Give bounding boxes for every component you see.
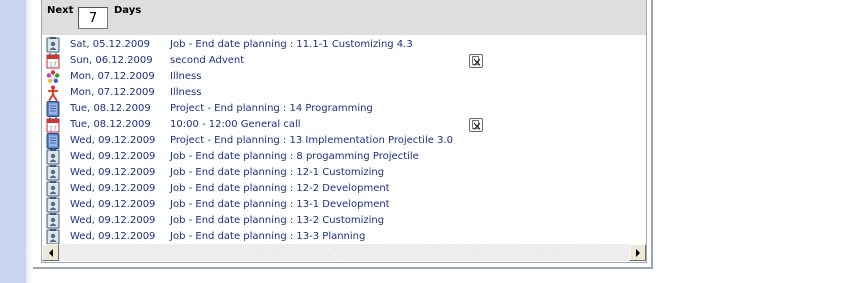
entry-date[interactable]: Wed, 09.12.2009 xyxy=(70,197,155,213)
entry-description[interactable]: 10:00 - 12:00 General call xyxy=(170,117,301,133)
entry-row[interactable]: Mon, 07.12.2009 Illness xyxy=(42,69,646,85)
entry-row[interactable]: Wed, 09.12.2009 Job - End date planning :… xyxy=(42,181,646,197)
delete-entry-icon[interactable] xyxy=(469,54,483,68)
entry-description[interactable]: Project - End planning : 14 Programming xyxy=(170,101,373,117)
upcoming-days-panel: Next 7 Days Sat, 05.12.2009 Job - End dat… xyxy=(33,0,653,269)
job-icon xyxy=(46,197,60,213)
arrow-right-icon xyxy=(636,249,640,257)
entry-date[interactable]: Wed, 09.12.2009 xyxy=(70,213,155,229)
entry-row[interactable]: Mon, 07.12.2009 Illness xyxy=(42,85,646,101)
entry-description[interactable]: Job - End date planning : 13-2 Customizi… xyxy=(170,213,384,229)
entry-date[interactable]: Mon, 07.12.2009 xyxy=(70,85,155,101)
entry-description[interactable]: Project - End planning : 13 Implementati… xyxy=(170,133,453,149)
days-count-input[interactable]: 7 xyxy=(78,7,108,29)
panel-content: Next 7 Days Sat, 05.12.2009 Job - End dat… xyxy=(41,0,647,263)
calendar-icon: 17 xyxy=(46,53,60,69)
entry-date[interactable]: Tue, 08.12.2009 xyxy=(70,101,151,117)
entry-description[interactable]: Job - End date planning : 11.1-1 Customi… xyxy=(170,37,413,53)
entry-date[interactable]: Tue, 08.12.2009 xyxy=(70,117,151,133)
entry-row[interactable]: 17 Tue, 08.12.2009 10:00 - 12:00 General c… xyxy=(42,117,646,133)
entry-row[interactable]: Tue, 08.12.2009 Project - End planning : … xyxy=(42,101,646,117)
scroll-right-button[interactable] xyxy=(629,244,646,261)
days-label: Days xyxy=(114,5,142,16)
entry-date[interactable]: Sun, 06.12.2009 xyxy=(70,53,153,69)
left-navigation-strip xyxy=(0,0,27,283)
entry-row[interactable]: Wed, 09.12.2009 Job - End date planning :… xyxy=(42,197,646,213)
svg-text:17: 17 xyxy=(49,62,57,69)
entry-description[interactable]: Illness xyxy=(170,85,201,101)
entry-description[interactable]: Job - End date planning : 8 progamming P… xyxy=(170,149,419,165)
entry-date[interactable]: Wed, 09.12.2009 xyxy=(70,181,155,197)
entry-description[interactable]: Job - End date planning : 12-2 Developme… xyxy=(170,181,390,197)
horizontal-scrollbar[interactable] xyxy=(42,244,646,261)
job-icon xyxy=(46,165,60,181)
scroll-left-button[interactable] xyxy=(42,244,59,261)
entry-date[interactable]: Wed, 09.12.2009 xyxy=(70,229,155,245)
project-icon xyxy=(46,133,60,149)
entry-date[interactable]: Wed, 09.12.2009 xyxy=(70,133,155,149)
entry-date[interactable]: Wed, 09.12.2009 xyxy=(70,149,155,165)
entry-row[interactable]: Wed, 09.12.2009 Job - End date planning :… xyxy=(42,213,646,229)
entry-date[interactable]: Wed, 09.12.2009 xyxy=(70,165,155,181)
entry-row[interactable]: Wed, 09.12.2009 Project - End planning : … xyxy=(42,133,646,149)
entry-date[interactable]: Mon, 07.12.2009 xyxy=(70,69,155,85)
entry-row[interactable]: Wed, 09.12.2009 Job - End date planning :… xyxy=(42,229,646,245)
entry-description[interactable]: Job - End date planning : 13-1 Developme… xyxy=(170,197,390,213)
scroll-track[interactable] xyxy=(59,244,629,261)
job-icon xyxy=(46,213,60,229)
job-icon xyxy=(46,181,60,197)
arrow-left-icon xyxy=(49,249,53,257)
job-icon xyxy=(46,149,60,165)
entry-date[interactable]: Sat, 05.12.2009 xyxy=(70,37,150,53)
delete-entry-icon[interactable] xyxy=(469,118,483,132)
job-icon xyxy=(46,229,60,245)
entry-row[interactable]: Wed, 09.12.2009 Job - End date planning :… xyxy=(42,149,646,165)
next-label: Next xyxy=(47,5,74,16)
calendar-icon: 17 xyxy=(46,117,60,133)
entry-description[interactable]: Job - End date planning : 13-3 Planning xyxy=(170,229,365,245)
entry-row[interactable]: Sat, 05.12.2009 Job - End date planning :… xyxy=(42,37,646,53)
entry-row[interactable]: Wed, 09.12.2009 Job - End date planning :… xyxy=(42,165,646,181)
entry-description[interactable]: Illness xyxy=(170,69,201,85)
entry-description[interactable]: Job - End date planning : 12-1 Customizi… xyxy=(170,165,384,181)
project-icon xyxy=(46,101,60,117)
entry-row[interactable]: 17 Sun, 06.12.2009 second Advent xyxy=(42,53,646,69)
entry-description[interactable]: second Advent xyxy=(170,53,244,69)
left-strip-shadow xyxy=(26,0,33,283)
svg-text:17: 17 xyxy=(49,126,57,133)
days-toolbar: Next 7 Days xyxy=(42,0,646,35)
person-icon xyxy=(46,85,60,101)
job-icon xyxy=(46,37,60,53)
illness-icon xyxy=(46,69,60,85)
